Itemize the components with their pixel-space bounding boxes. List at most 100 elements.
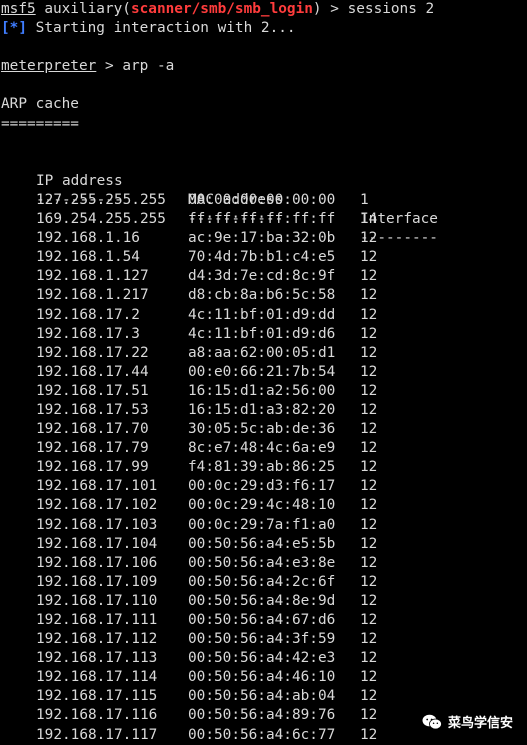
table-row: 192.168.17.106 00:50:56:a4:e3:8e 12	[1, 554, 527, 573]
row-mac: 00:50:56:a4:42:e3	[188, 650, 336, 667]
row-ip: 192.168.17.53	[36, 401, 149, 418]
module-suffix: ) >	[312, 1, 348, 17]
row-mac: 4c:11:bf:01:d9:d6	[188, 325, 336, 342]
row-ip: 192.168.17.2	[36, 306, 140, 323]
row-mac: 70:4d:7b:b1:c4:e5	[188, 249, 336, 266]
row-ip: 192.168.17.70	[36, 421, 149, 438]
row-ip: 192.168.17.22	[36, 344, 149, 361]
row-ip: 192.168.17.44	[36, 363, 149, 380]
table-row: 192.168.17.3 4c:11:bf:01:d9:d6 12	[1, 325, 527, 344]
table-row: 192.168.1.127 d4:3d:7e:cd:8c:9f 12	[1, 267, 527, 286]
row-interface: 14	[360, 211, 378, 228]
row-interface: 12	[360, 287, 378, 304]
table-header-row: IP address MAC address Interface	[1, 153, 527, 227]
table-row: 192.168.17.115 00:50:56:a4:ab:04 12	[1, 687, 527, 706]
row-mac: 00:00:00:00:00:00	[188, 191, 336, 208]
row-interface: 12	[360, 612, 378, 628]
row-mac: 00:0c:29:4c:48:10	[188, 497, 336, 514]
row-interface: 12	[360, 573, 378, 590]
row-interface: 12	[360, 363, 378, 380]
table-row: 192.168.17.79 8c:e7:48:4c:6a:e9 12	[1, 439, 527, 458]
row-mac: 00:50:56:a4:46:10	[188, 669, 336, 686]
meterpreter-prompt-line: meterpreter > arp -a	[1, 57, 527, 76]
row-mac: 00:50:56:a4:8e:9d	[188, 592, 336, 609]
row-ip: 192.168.17.114	[36, 669, 158, 686]
table-row: 192.168.17.53 16:15:d1:a3:82:20 12	[1, 401, 527, 420]
row-ip: 192.168.1.127	[36, 268, 149, 285]
row-mac: 30:05:5c:ab:de:36	[188, 421, 336, 438]
table-row: 192.168.17.114 00:50:56:a4:46:10 12	[1, 668, 527, 687]
row-ip: 192.168.17.79	[36, 440, 149, 457]
row-interface: 12	[360, 516, 378, 533]
row-mac: 8c:e7:48:4c:6a:e9	[188, 440, 336, 457]
row-interface: 12	[360, 707, 378, 724]
terminal-window[interactable]: msf5 auxiliary(scanner/smb/smb_login) > …	[0, 0, 527, 743]
row-interface: 12	[360, 249, 378, 266]
row-interface: 12	[360, 726, 378, 743]
row-ip: 192.168.17.101	[36, 478, 158, 495]
row-mac: 00:50:56:a4:3f:59	[188, 631, 336, 648]
row-interface: 12	[360, 535, 378, 552]
row-interface: 12	[360, 344, 378, 361]
row-mac: 00:50:56:a4:e5:5b	[188, 535, 336, 552]
row-ip: 192.168.17.102	[36, 497, 158, 514]
table-row: 192.168.17.2 4c:11:bf:01:d9:dd 12	[1, 306, 527, 325]
row-ip: 192.168.17.106	[36, 554, 158, 571]
wechat-icon	[422, 714, 442, 729]
row-mac: 16:15:d1:a2:56:00	[188, 382, 336, 399]
row-interface: 12	[360, 459, 378, 476]
row-interface: 12	[360, 650, 378, 667]
row-interface: 12	[360, 688, 378, 705]
row-mac: 00:0c:29:7a:f1:a0	[188, 516, 336, 533]
row-ip: 192.168.17.99	[36, 459, 149, 476]
status-marker: [*]	[1, 20, 27, 37]
row-ip: 192.168.17.111	[36, 612, 158, 628]
table-row: 192.168.17.113 00:50:56:a4:42:e3 12	[1, 649, 527, 668]
row-ip: 169.254.255.255	[36, 211, 166, 228]
table-row: 192.168.17.99 f4:81:39:ab:86:25 12	[1, 458, 527, 477]
table-row: 192.168.17.22 a8:aa:62:00:05:d1 12	[1, 344, 527, 363]
table-row: 127.255.255.255 00:00:00:00:00:00 1	[1, 191, 527, 210]
row-ip: 192.168.1.16	[36, 230, 140, 247]
row-ip: 192.168.17.110	[36, 592, 158, 609]
row-interface: 12	[360, 230, 378, 247]
row-interface: 12	[360, 421, 378, 438]
table-rule-row: ---------- ----------- ---------	[1, 172, 527, 246]
table-row: 169.254.255.255 ff:ff:ff:ff:ff:ff 14	[1, 210, 527, 229]
meterpreter-prompt-prefix: meterpreter	[1, 58, 97, 75]
table-row: 192.168.17.110 00:50:56:a4:8e:9d 12	[1, 592, 527, 611]
table-row: 192.168.17.44 00:e0:66:21:7b:54 12	[1, 363, 527, 382]
table-row: 192.168.17.103 00:0c:29:7a:f1:a0 12	[1, 516, 527, 535]
row-mac: 00:50:56:a4:89:76	[188, 707, 336, 724]
table-row: 192.168.17.51 16:15:d1:a2:56:00 12	[1, 382, 527, 401]
msf-prompt-prefix: msf5	[1, 1, 36, 17]
row-mac: 16:15:d1:a3:82:20	[188, 401, 336, 418]
row-interface: 12	[360, 382, 378, 399]
row-interface: 12	[360, 592, 378, 609]
row-mac: 00:e0:66:21:7b:54	[188, 363, 336, 380]
row-ip: 192.168.17.103	[36, 516, 158, 533]
row-interface: 12	[360, 631, 378, 648]
table-row: 192.168.17.104 00:50:56:a4:e5:5b 12	[1, 535, 527, 554]
row-ip: 192.168.17.115	[36, 688, 158, 705]
row-ip: 192.168.17.113	[36, 650, 158, 667]
row-interface: 1	[360, 191, 369, 208]
row-interface: 12	[360, 554, 378, 571]
row-ip: 192.168.17.112	[36, 631, 158, 648]
row-ip: 127.255.255.255	[36, 191, 166, 208]
row-ip: 192.168.17.117	[36, 726, 158, 743]
arp-command: arp -a	[122, 58, 175, 75]
module-prefix: auxiliary(	[35, 1, 131, 17]
table-row: 192.168.1.16 ac:9e:17:ba:32:0b 12	[1, 229, 527, 248]
row-mac: 00:50:56:a4:e3:8e	[188, 554, 336, 571]
sessions-command: sessions 2	[347, 1, 435, 17]
status-text: Starting interaction with 2...	[27, 20, 296, 37]
table-row: 192.168.17.112 00:50:56:a4:3f:59 12	[1, 630, 527, 649]
row-interface: 12	[360, 325, 378, 342]
row-mac: 00:50:56:a4:6c:77	[188, 726, 336, 743]
row-mac: f4:81:39:ab:86:25	[188, 459, 336, 476]
table-row: 192.168.17.109 00:50:56:a4:2c:6f 12	[1, 573, 527, 592]
